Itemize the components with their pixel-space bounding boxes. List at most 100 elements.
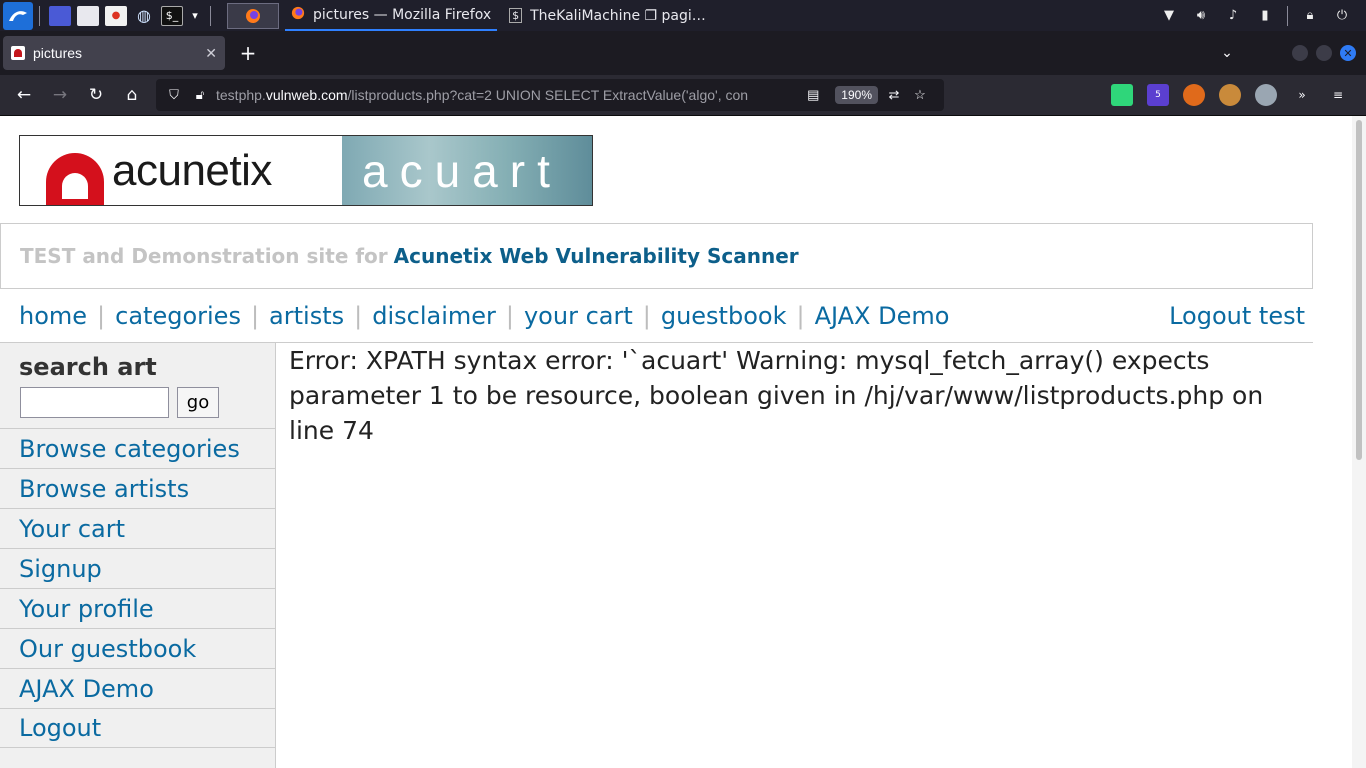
acuart-wordmark: acuart [362,144,562,197]
list-all-tabs-chevron-icon[interactable]: ⌄ [1212,45,1242,61]
qr-extension-icon[interactable] [1111,84,1133,106]
search-art-heading: search art [19,353,157,381]
tagline-muted-text: TEST and Demonstration site for [20,244,388,268]
bookmark-star-icon[interactable]: ☆ [910,87,930,103]
url-prefix: testphp. [216,87,266,103]
nav-disclaimer-link[interactable]: disclaimer [372,302,496,330]
nav-guestbook-link[interactable]: guestbook [661,302,787,330]
battery-icon[interactable]: ▮ [1253,6,1277,26]
kali-menu-icon[interactable] [3,1,33,30]
file-manager-icon[interactable] [77,5,99,26]
firefox-icon [291,6,305,24]
main-content: Error: XPATH syntax error: '`acuart' War… [289,343,1299,448]
notification-bell-icon[interactable]: ♪ [1221,6,1245,26]
taskbar-task-terminal[interactable]: $ TheKaliMachine ❐ pagi… [503,0,712,31]
maximize-window-button[interactable] [1316,45,1332,61]
close-window-button[interactable]: ✕ [1340,45,1356,61]
text-editor-icon[interactable]: ● [105,5,127,26]
new-tab-button[interactable]: + [231,36,265,70]
sidebar-item-signup[interactable]: Signup [0,548,275,588]
fox-extension-icon[interactable] [1183,84,1205,106]
forward-button[interactable]: → [44,79,76,111]
desktop-icon[interactable] [49,5,71,26]
browser-nav-bar: ← → ↻ ⌂ ⛉ 🔓︎ testphp.vulnweb.com/listpro… [0,75,1366,116]
power-icon[interactable]: ⏻ [1330,6,1354,26]
nav-ajax-demo-link[interactable]: AJAX Demo [815,302,950,330]
taskbar-task-label: TheKaliMachine ❐ pagi… [530,7,706,24]
taskbar-separator [1287,5,1288,26]
sidebar-item-label[interactable]: Signup [19,555,102,583]
terminal-icon[interactable]: $_ [161,5,183,26]
sidebar-item-label[interactable]: Browse artists [19,475,189,503]
search-input[interactable] [20,387,169,418]
sidebar-item-label[interactable]: Your profile [19,595,154,623]
zoom-level-badge[interactable]: 190% [835,86,878,104]
sidebar-item-label[interactable]: Logout [19,714,101,742]
url-bar[interactable]: ⛉ 🔓︎ testphp.vulnweb.com/listproducts.ph… [156,79,944,111]
acuart-logo[interactable]: acunetix acuart [19,135,593,206]
extensions-toolbar: 5 » ≡ [1104,84,1366,106]
nav-categories-link[interactable]: categories [115,302,241,330]
os-taskbar: ● ◍ $_ ▾ pictures — Mozilla Firefox $ Th… [0,0,1366,31]
url-text[interactable]: testphp.vulnweb.com/listproducts.php?cat… [216,87,797,103]
nav-separator: | [642,301,651,330]
sidebar-item-label[interactable]: Browse categories [19,435,240,463]
nav-home-link[interactable]: home [19,302,87,330]
translate-icon[interactable]: ⇄ [884,87,904,103]
hamburger-menu-icon[interactable]: ≡ [1327,84,1349,106]
url-path: /listproducts.php?cat=2 UNION SELECT Ext… [347,87,749,103]
page-scrollbar[interactable] [1352,116,1366,768]
sidebar-item-your-profile[interactable]: Your profile [0,588,275,628]
go-button[interactable]: go [177,387,219,418]
insecure-lock-icon[interactable]: 🔓︎ [190,87,210,103]
nav-separator: | [354,301,363,330]
tab-title: pictures [33,45,83,61]
taskbar-separator [39,5,40,26]
top-navigation: home | categories | artists | disclaimer… [0,289,1313,343]
nav-your-cart-link[interactable]: your cart [524,302,633,330]
nav-separator: | [505,301,514,330]
browser-globe-icon[interactable]: ◍ [133,6,155,26]
badge-extension-icon[interactable]: 5 [1147,84,1169,106]
taskbar-task-firefox[interactable]: pictures — Mozilla Firefox [285,0,498,31]
tracking-protection-shield-icon[interactable]: ⛉ [164,87,184,103]
firefox-window-button[interactable] [227,2,279,29]
sidebar-item-ajax-demo[interactable]: AJAX Demo [0,668,275,708]
reload-button[interactable]: ↻ [80,79,112,111]
nav-logout-link[interactable]: Logout test [1169,302,1305,330]
reader-view-icon[interactable]: ▤ [803,87,823,103]
home-button[interactable]: ⌂ [116,79,148,111]
scanner-link[interactable]: Acunetix Web Vulnerability Scanner [394,244,799,268]
back-button[interactable]: ← [8,79,40,111]
wifi-icon[interactable]: ▼ [1157,6,1181,26]
sidebar-item-browse-categories[interactable]: Browse categories [0,428,275,468]
sidebar-item-label[interactable]: AJAX Demo [19,675,154,703]
terminal-icon: $ [509,8,523,23]
acunetix-logo-mark-icon [44,149,106,205]
browser-tab-pictures[interactable]: pictures ✕ [3,36,225,70]
nav-separator: | [97,301,106,330]
user-agent-extension-icon[interactable] [1255,84,1277,106]
sidebar-item-your-cart[interactable]: Your cart [0,508,275,548]
sidebar: search art go Browse categories Browse a… [0,343,276,768]
lock-icon[interactable]: 🔒︎ [1298,6,1322,26]
scrollbar-thumb[interactable] [1356,120,1362,460]
sidebar-item-logout[interactable]: Logout [0,708,275,748]
nav-artists-link[interactable]: artists [269,302,344,330]
close-tab-icon[interactable]: ✕ [205,45,217,62]
overflow-chevrons-icon[interactable]: » [1291,84,1313,106]
sidebar-item-label[interactable]: Our guestbook [19,635,196,663]
url-domain: vulnweb.com [265,87,348,103]
cookie-extension-icon[interactable] [1219,84,1241,106]
sidebar-item-our-guestbook[interactable]: Our guestbook [0,628,275,668]
volume-icon[interactable]: 🔊︎ [1189,6,1213,26]
sidebar-item-browse-artists[interactable]: Browse artists [0,468,275,508]
sidebar-item-label[interactable]: Your cart [19,515,125,543]
taskbar-task-label: pictures — Mozilla Firefox [313,6,492,23]
acunetix-logo-part: acunetix [20,136,342,205]
system-tray: ▼ 🔊︎ ♪ ▮ 🔒︎ ⏻ [1153,0,1366,31]
web-page: acunetix acuart TEST and Demonstration s… [0,116,1352,768]
site-tagline: TEST and Demonstration site for Acunetix… [0,223,1313,289]
chevron-down-icon[interactable]: ▾ [189,6,201,26]
minimize-window-button[interactable] [1292,45,1308,61]
